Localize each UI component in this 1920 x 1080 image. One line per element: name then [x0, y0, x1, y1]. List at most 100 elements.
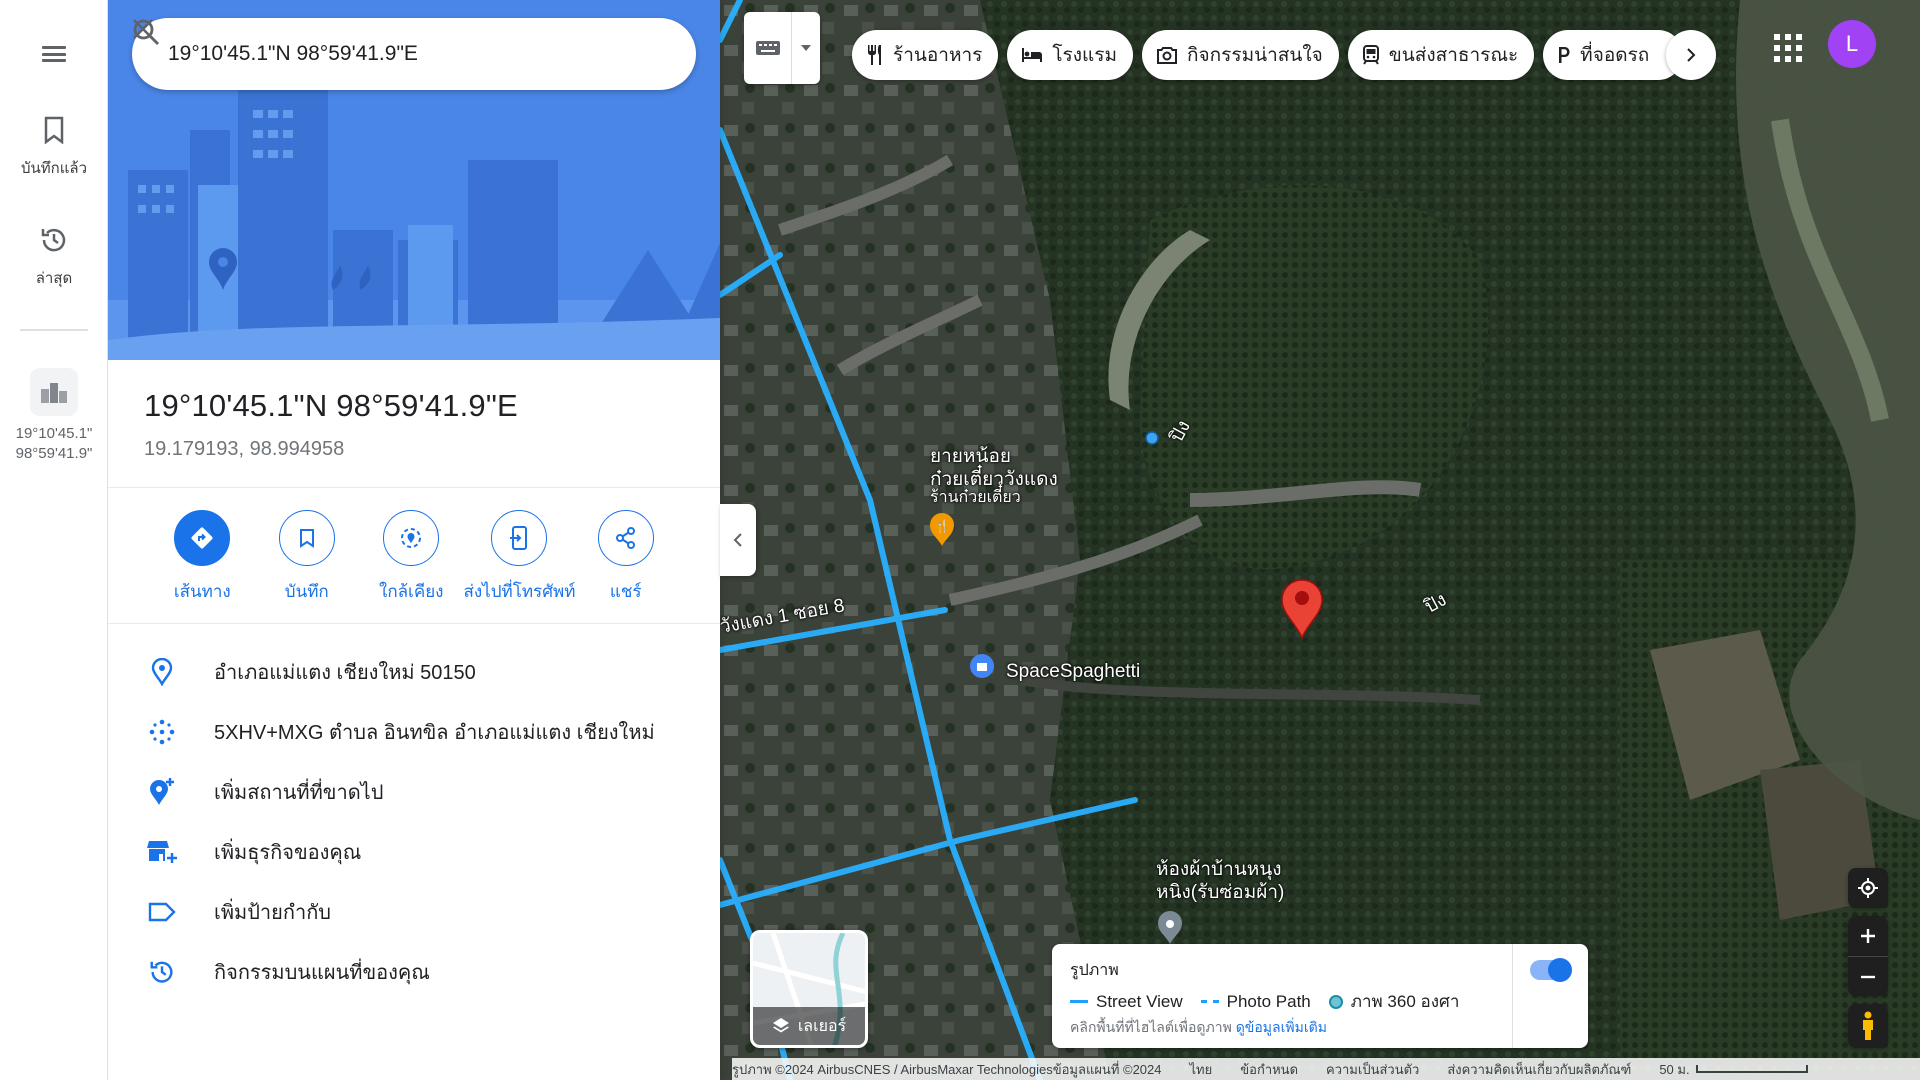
nearby-label: ใกล้เคียง [379, 582, 444, 601]
rail-recent[interactable]: ล่าสุด [0, 220, 108, 290]
apps-grid-icon [1774, 34, 1780, 40]
clear-search-button[interactable] [133, 19, 688, 84]
legend-street-view: Street View [1096, 991, 1183, 1011]
maps-app: 🍴 วังแดง 1 ซอย 8 ปิง ปิง ยายหน้อย ก๋วยเต… [0, 0, 1920, 1080]
collapse-panel-button[interactable] [720, 504, 756, 576]
rail-saved[interactable]: บันทึกแล้ว [0, 110, 108, 180]
map-footer: รูปภาพ ©2024 AirbusCNES / AirbusMaxar Te… [732, 1058, 1920, 1080]
scale-bar [1695, 1065, 1808, 1073]
terms-link[interactable]: ข้อกำหนด [1240, 1059, 1298, 1080]
detail-add-place[interactable]: เพิ่มสถานที่ที่ขาดไป [108, 762, 720, 822]
chip-transit-label: ขนส่งสาธารณะ [1388, 45, 1519, 66]
rail-divider [20, 329, 88, 331]
chip-transit[interactable]: ขนส่งสาธารณะ [1347, 30, 1535, 80]
imagery-legend: รูปภาพ Street View Photo Path ภาพ 360 อง… [1052, 944, 1588, 1048]
zoom-out-button[interactable] [1848, 956, 1888, 996]
legend-note-text: คลิกพื้นที่ที่ไฮไลต์เพื่อดูภาพ [1070, 1019, 1232, 1035]
transit-icon [1362, 45, 1380, 65]
rail-recent-label: ล่าสุด [35, 270, 73, 287]
directions-button[interactable]: เส้นทาง [150, 510, 255, 605]
minus-icon [1861, 975, 1875, 978]
share-label: แชร์ [609, 582, 642, 601]
place-details: อำเภอแม่แตง เชียงใหม่ 50150 5XHV+MXG ตำบ… [108, 624, 720, 1002]
hero-illustration [108, 0, 720, 360]
bookmark-icon [34, 110, 74, 150]
add-business-icon [144, 839, 180, 865]
save-button[interactable]: บันทึก [255, 510, 360, 605]
history-icon [34, 220, 74, 260]
poi-tailor-name[interactable]: ห้องผ้าบ้านหนุง หนิง(รับซ่อมผ้า) [1156, 858, 1284, 904]
street-view-toggle[interactable] [1530, 958, 1572, 982]
learn-more-link[interactable]: ดูข้อมูลเพิ่มเติม [1236, 1019, 1327, 1035]
chip-things-to-do[interactable]: กิจกรรมน่าสนใจ [1142, 30, 1339, 80]
poi-restaurant-type: ร้านก๋วยเตี๋ยว [930, 489, 1021, 506]
label-icon [144, 902, 180, 922]
photo-path-line-icon [1200, 1000, 1219, 1003]
language-link[interactable]: ไทย [1190, 1059, 1213, 1080]
detail-add-business-text: เพิ่มธุรกิจของคุณ [214, 842, 362, 864]
legend-title: รูปภาพ [1070, 962, 1119, 979]
input-tools-dropdown[interactable] [792, 12, 820, 84]
place-decimal-coords: 19.179193, 98.994958 [144, 438, 345, 460]
detail-address-text: อำเภอแม่แตง เชียงใหม่ 50150 [214, 662, 476, 684]
street-view-line-icon [1070, 1000, 1088, 1003]
poi-restaurant-name[interactable]: ยายหน้อย ก๋วยเตี๋ยววังแดง [930, 445, 1058, 491]
chip-parking-label: ที่จอดรถ [1580, 45, 1650, 66]
chip-restaurants[interactable]: ร้านอาหาร [852, 30, 999, 80]
account-avatar[interactable]: L [1828, 20, 1876, 68]
menu-icon [42, 46, 66, 49]
layers-button[interactable]: เลเยอร์ [750, 930, 868, 1048]
detail-add-place-text: เพิ่มสถานที่ที่ขาดไป [214, 782, 384, 804]
privacy-link[interactable]: ความเป็นส่วนตัว [1326, 1059, 1419, 1080]
detail-address[interactable]: อำเภอแม่แตง เชียงใหม่ 50150 [108, 642, 720, 702]
poi-spacespaghetti[interactable]: SpaceSpaghetti [1006, 660, 1140, 683]
directions-icon [174, 510, 231, 566]
chip-restaurants-label: ร้านอาหาร [893, 45, 983, 66]
chips-next-button[interactable] [1666, 30, 1716, 80]
place-title: 19°10'45.1"N 98°59'41.9"E [144, 388, 518, 423]
satellite-map[interactable]: 🍴 วังแดง 1 ซอย 8 ปิง ปิง ยายหน้อย ก๋วยเต… [720, 0, 1920, 1080]
detail-plus-code[interactable]: 5XHV+MXG ตำบล อินทขิล อำเภอแม่แตง เชียงใ… [108, 702, 720, 762]
detail-add-label[interactable]: เพิ่มป้ายกำกับ [108, 882, 720, 942]
menu-button[interactable] [34, 40, 74, 68]
nearby-button[interactable]: ใกล้เคียง [359, 510, 464, 605]
google-apps-button[interactable] [1770, 30, 1802, 62]
detail-add-business[interactable]: เพิ่มธุรกิจของคุณ [108, 822, 720, 882]
bookmark-icon [278, 510, 335, 566]
search-input[interactable] [132, 42, 568, 66]
keyboard-button[interactable] [744, 12, 792, 84]
svg-text:🍴: 🍴 [935, 519, 950, 533]
layers-label: เลเยอร์ [797, 1017, 847, 1035]
legend-photo-360: ภาพ 360 องศา [1350, 992, 1460, 1011]
legend-items: Street View Photo Path ภาพ 360 องศา [1070, 988, 1459, 1015]
layers-icon [772, 1018, 789, 1033]
city-icon [41, 383, 67, 403]
chip-things-to-do-label: กิจกรรมน่าสนใจ [1187, 45, 1323, 66]
send-to-phone-button[interactable]: ส่งไปที่โทรศัพท์ [463, 510, 576, 605]
pegman-icon [1863, 1011, 1873, 1040]
plus-code-icon [144, 719, 180, 745]
camera-icon [1156, 46, 1178, 64]
chip-hotels[interactable]: โรงแรม [1007, 30, 1134, 80]
recent-place-line2: 98°59'41.9" [15, 445, 93, 462]
zoom-in-button[interactable] [1848, 916, 1888, 956]
recent-place-item[interactable]: 19°10'45.1" 98°59'41.9" [0, 368, 108, 464]
close-icon [133, 19, 153, 39]
detail-plus-code-text: 5XHV+MXG ตำบล อินทขิล อำเภอแม่แตง เชียงใ… [214, 722, 655, 744]
share-icon [597, 510, 654, 566]
share-button[interactable]: แชร์ [574, 510, 679, 605]
input-tools [744, 12, 820, 84]
feedback-link[interactable]: ส่งความคิดเห็นเกี่ยวกับผลิตภัณฑ์ [1447, 1059, 1631, 1080]
chip-parking[interactable]: ที่จอดรถ [1543, 30, 1684, 80]
rail-saved-label: บันทึกแล้ว [20, 160, 88, 177]
history-icon [144, 958, 180, 986]
send-to-phone-label: ส่งไปที่โทรศัพท์ [463, 582, 576, 601]
detail-map-activity[interactable]: กิจกรรมบนแผนที่ของคุณ [108, 942, 720, 1002]
imagery-attribution: รูปภาพ ©2024 AirbusCNES / AirbusMaxar Te… [732, 1061, 1162, 1077]
hotel-icon [1021, 47, 1043, 63]
my-location-button[interactable] [1848, 868, 1888, 908]
search-button[interactable] [133, 19, 628, 84]
chip-hotels-label: โรงแรม [1052, 45, 1118, 66]
recent-place-thumbnail [30, 368, 78, 416]
pegman-button[interactable] [1848, 1004, 1888, 1048]
